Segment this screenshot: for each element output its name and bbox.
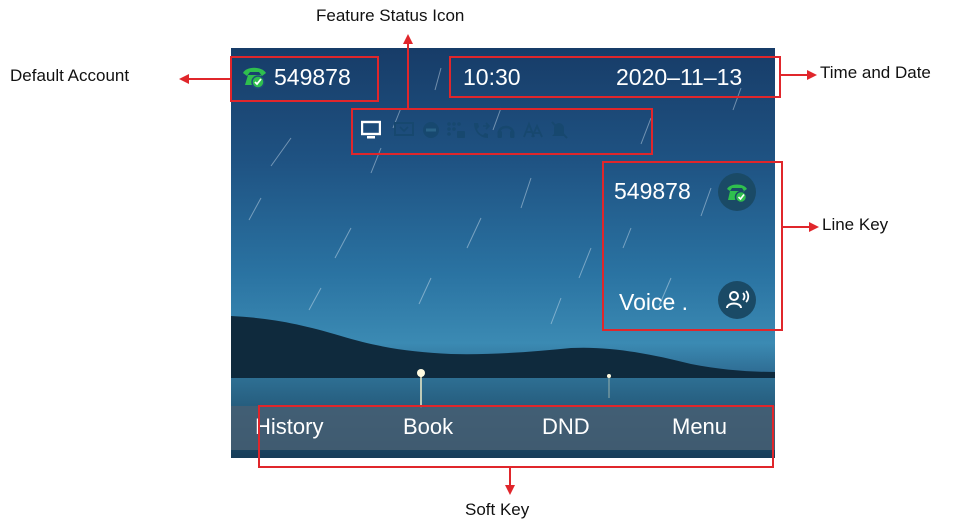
feature-status-callout: Feature Status Icon <box>316 6 465 25</box>
time-date-box <box>449 56 781 98</box>
line-key-box <box>602 161 783 331</box>
soft-key-box <box>258 405 774 468</box>
feature-status-box <box>351 108 653 155</box>
default-account-box <box>230 56 379 102</box>
time-date-callout: Time and Date <box>820 63 931 82</box>
line-key-callout: Line Key <box>822 215 889 234</box>
default-account-callout: Default Account <box>10 66 130 85</box>
soft-key-callout: Soft Key <box>465 500 530 519</box>
